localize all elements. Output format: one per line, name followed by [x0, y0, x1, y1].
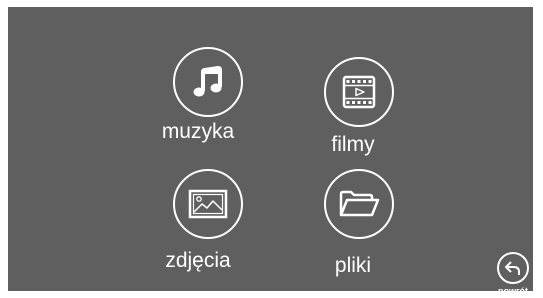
back-button[interactable]: powrót	[494, 252, 532, 298]
film-strip-icon	[342, 75, 376, 109]
music-label: muzyka	[161, 120, 235, 143]
files-menu-item[interactable]: pliki	[299, 169, 409, 277]
back-circle[interactable]	[497, 252, 529, 284]
picture-icon	[188, 189, 228, 219]
folder-icon	[339, 190, 380, 217]
movies-button[interactable]	[324, 57, 394, 127]
movies-label: filmy	[331, 133, 375, 156]
music-note-icon	[193, 66, 222, 97]
music-button[interactable]	[173, 47, 243, 117]
back-arrow-icon	[505, 261, 520, 275]
photos-button[interactable]	[173, 169, 243, 239]
music-menu-item[interactable]: muzyka	[148, 47, 258, 147]
main-panel: muzyka filmy zdjęcia pliki powrót	[8, 7, 533, 296]
files-button[interactable]	[324, 169, 394, 239]
files-label: pliki	[334, 254, 372, 277]
photos-label: zdjęcia	[165, 249, 231, 272]
movies-menu-item[interactable]: filmy	[299, 57, 409, 157]
photos-menu-item[interactable]: zdjęcia	[148, 169, 258, 272]
back-label: powrót	[498, 286, 528, 296]
